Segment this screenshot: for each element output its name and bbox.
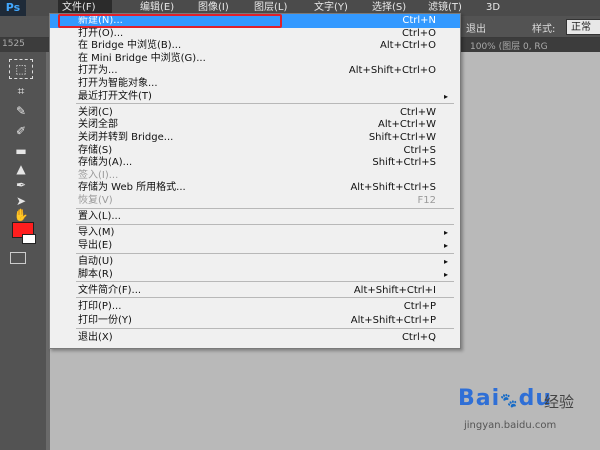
file-menu-dropdown: 新建(N)... Ctrl+N 打开(O)... Ctrl+O 在 Bridge… [49,13,461,349]
menu-separator [76,328,454,329]
menu-item-label: 脚本(R) [78,268,113,280]
crop-tool-icon[interactable]: ⌗ [10,82,32,100]
brush-tool-icon[interactable]: ✐ [10,122,32,140]
menu-item-recent-files[interactable]: 最近打开文件(T) ▸ [50,90,460,104]
menu-item-file-info[interactable]: 文件简介(F)... Alt+Shift+Ctrl+I [50,284,460,298]
menu-item-shortcut: Ctrl+P [403,301,436,312]
style-select[interactable]: 正常 [566,19,600,35]
quick-mask-icon[interactable] [10,252,26,264]
menu-item-label: 最近打开文件(T) [78,90,152,102]
eyedropper-tool-icon[interactable]: ✎ [10,102,32,120]
menu-item-scripts[interactable]: 脚本(R) ▸ [50,268,460,282]
menu-item-label: 文件简介(F)... [78,285,142,296]
eraser-tool-icon[interactable]: ▬ [10,142,32,160]
menu-item-revert: 恢复(V) F12 [50,194,460,208]
submenu-arrow-icon: ▸ [443,241,448,250]
menu-item-place[interactable]: 置入(L)... [50,210,460,224]
options-peek-text: 退出 [466,24,486,35]
submenu-arrow-icon: ▸ [443,91,448,101]
menu-separator [76,223,454,225]
menu-item-label: 退出(X) [78,332,113,343]
submenu-arrow-icon: ▸ [443,269,448,279]
menu-separator [76,207,454,209]
menu-item-exit[interactable]: 退出(X) Ctrl+Q [50,331,460,345]
brand-text: Bai [458,386,501,411]
menu-separator [76,103,454,105]
watermark-url: jingyan.baidu.com [464,420,557,431]
ruler-number: 1525 [2,39,25,49]
document-tab-title[interactable]: 100% (图层 0, RG [470,39,548,52]
product-text: 经验 [544,393,575,411]
baidu-jingyan-watermark: Bai🐾du 经验 jingyan.baidu.com [458,386,598,446]
menu-separator [76,281,454,283]
menu-item-label: 打印(P)... [78,301,122,312]
menu-separator [76,297,454,298]
menu-3d[interactable]: 3D [486,0,500,16]
menu-item-print-one-copy[interactable]: 打印一份(Y) Alt+Shift+Ctrl+P [50,314,460,328]
style-label: 样式: [532,24,556,35]
marquee-tool-icon[interactable]: ⬚ [9,59,33,79]
background-color-swatch[interactable] [22,234,36,244]
menu-item-shortcut: Alt+Shift+Ctrl+P [350,315,436,326]
tools-panel: ⬚ ⌗ ✎ ✐ ▬ ▲ ✒ ➤ ✋ [0,52,46,450]
paw-icon: 🐾 [500,393,519,409]
menu-item-label: 置入(L)... [78,211,121,223]
menu-item-export[interactable]: 导出(E) ▸ [50,239,460,253]
menu-item-shortcut: Ctrl+Q [401,332,436,343]
menu-item-shortcut: F12 [417,195,436,206]
menu-separator [76,252,454,254]
photoshop-window: Ps 文件(F) 编辑(E) 图像(I) 图层(L) 文字(Y) 选择(S) 滤… [0,0,600,450]
menu-item-print[interactable]: 打印(P)... Ctrl+P [50,300,460,314]
menu-item-label: 打印一份(Y) [78,315,132,326]
menu-item-shortcut: Alt+Shift+Ctrl+I [353,285,436,296]
baidu-logo: Bai🐾du [458,386,552,411]
photoshop-logo: Ps [0,0,26,16]
menu-item-label: 恢复(V) [78,195,113,206]
menu-item-label: 导出(E) [78,240,113,251]
